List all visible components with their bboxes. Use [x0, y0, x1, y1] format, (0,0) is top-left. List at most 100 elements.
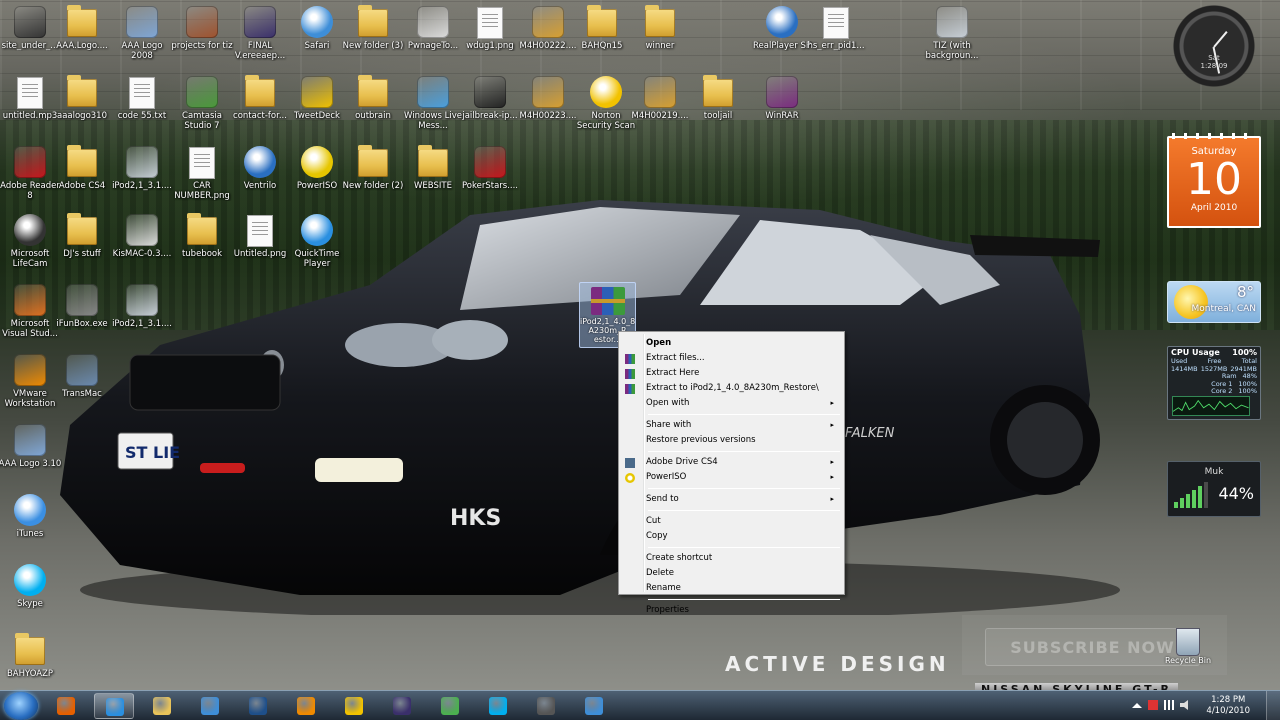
taskbar-app-after-effects[interactable] [382, 693, 422, 719]
desktop-icon[interactable]: PokerStars.... [458, 145, 522, 191]
desktop-icon[interactable]: WinRAR [750, 75, 814, 121]
desktop-icon[interactable]: TransMac [50, 353, 114, 399]
desktop-icon-glyph [415, 145, 451, 179]
desktop-icon[interactable]: Adobe CS4 [50, 145, 114, 191]
desktop-icon[interactable]: KisMAC-0.3.... [110, 213, 174, 259]
desktop-icon[interactable]: M4H00219.... [628, 75, 692, 121]
desktop-icon[interactable]: Untitled.png [228, 213, 292, 259]
desktop-icon[interactable]: jailbreak-ip... [458, 75, 522, 121]
desktop-icon[interactable]: iFunBox.exe [50, 283, 114, 329]
desktop-icon-glyph [242, 145, 278, 179]
desktop-icon-label: iPod2,1_3.1.... [112, 319, 172, 329]
desktop-icon[interactable]: WEBSITE [401, 145, 465, 191]
menu-item-cut[interactable]: Cut [621, 514, 842, 529]
desktop-icon[interactable]: New folder (2) [341, 145, 405, 191]
menu-item-label: Open [646, 338, 672, 348]
desktop-icon[interactable]: Camtasia Studio 7 [170, 75, 234, 131]
desktop-icon[interactable]: winner [628, 5, 692, 51]
desktop-icon[interactable]: FINAL V.ereeaep... [228, 5, 292, 61]
taskbar-app-camtasia[interactable] [526, 693, 566, 719]
menu-item-poweriso[interactable]: PowerISO ▸ [621, 470, 842, 485]
desktop-icon[interactable]: CAR NUMBER.png [170, 145, 234, 201]
menu-item-open[interactable]: Open [621, 336, 842, 351]
desktop-icon[interactable]: iPod2,1_3.1.... [110, 145, 174, 191]
taskbar-app-chrome[interactable] [430, 693, 470, 719]
desktop-icon[interactable]: M4H00223.... [516, 75, 580, 121]
wallpaper-brand-text: ACTIVE DESIGN [725, 652, 950, 676]
menu-item-extract-files[interactable]: Extract files... [621, 351, 842, 366]
desktop-icon[interactable]: New folder (3) [341, 5, 405, 51]
desktop-icon[interactable]: wdug1.png [458, 5, 522, 51]
menu-item-copy[interactable]: Copy [621, 529, 842, 544]
desktop-icon[interactable]: PwnageTo... [401, 5, 465, 51]
menu-item-restore-previous-versions[interactable]: Restore previous versions [621, 433, 842, 448]
menu-item-rename[interactable]: Rename [621, 581, 842, 596]
calendar-gadget[interactable]: Saturday 10 April 2010 [1167, 133, 1261, 228]
application-icon [301, 214, 333, 246]
desktop-icon[interactable]: Skype [0, 563, 62, 609]
desktop-icon[interactable]: PowerISO [285, 145, 349, 191]
volume-icon[interactable] [1180, 700, 1188, 710]
desktop-icon[interactable]: contact-for... [228, 75, 292, 121]
menu-item-extract-to-ipod2-1-4-0-8a230m-restore[interactable]: Extract to iPod2,1_4.0_8A230m_Restore\ [621, 381, 842, 396]
desktop-icon[interactable]: code 55.txt [110, 75, 174, 121]
desktop-icon[interactable]: BAHYOAZP [0, 633, 62, 679]
desktop-icon-label: KisMAC-0.3.... [112, 249, 172, 259]
winrar-icon [625, 354, 635, 364]
taskbar-app-tweetdeck[interactable] [334, 693, 374, 719]
show-desktop-button[interactable] [1266, 691, 1280, 720]
desktop-icon[interactable]: iPod2,1_3.1.... [110, 283, 174, 329]
desktop-icon[interactable]: TweetDeck [285, 75, 349, 121]
desktop-icon[interactable]: tubebook [170, 213, 234, 259]
network-tray-icon[interactable] [1164, 700, 1174, 710]
desktop-icon[interactable]: Safari [285, 5, 349, 51]
menu-item-label: Open with [646, 398, 690, 408]
desktop-icon-glyph [12, 213, 48, 247]
menu-item-properties[interactable]: Properties [621, 603, 842, 618]
desktop-icon[interactable]: projects for tiz [170, 5, 234, 51]
taskbar-app-safari[interactable] [574, 693, 614, 719]
desktop-icon[interactable]: aaalogo310 [50, 75, 114, 121]
menu-item-delete[interactable]: Delete [621, 566, 842, 581]
tray-arrow-icon[interactable] [1132, 703, 1142, 708]
wifi-signal-gadget[interactable]: Muk 44% [1167, 461, 1261, 517]
weather-gadget[interactable]: 8° Montreal, CAN [1167, 281, 1261, 323]
start-button[interactable] [4, 692, 38, 720]
desktop-icon[interactable]: hs_err_pid1... [804, 5, 868, 51]
desktop-icon[interactable]: DJ's stuff [50, 213, 114, 259]
menu-item-label: Extract files... [646, 353, 705, 363]
desktop-icon-label: TweetDeck [294, 111, 340, 121]
poweriso-icon [625, 473, 635, 483]
action-center-flag-icon[interactable] [1148, 700, 1158, 710]
menu-item-share-with[interactable]: Share with ▸ [621, 418, 842, 433]
taskbar-app-internet-explorer[interactable] [94, 693, 134, 719]
application-icon [126, 6, 158, 38]
taskbar-app-windows-media-player-alt[interactable] [190, 693, 230, 719]
clock-readout: Sat 1:28:09 [1199, 54, 1229, 70]
desktop-icon[interactable]: AAA Logo 3.10 [0, 423, 62, 469]
taskbar-app-explorer[interactable] [142, 693, 182, 719]
desktop-icon[interactable]: QuickTime Player [285, 213, 349, 269]
desktop-icon[interactable]: BAHQn15 [570, 5, 634, 51]
desktop-icon[interactable]: AAA Logo 2008 [110, 5, 174, 61]
taskbar-app-media-player[interactable] [286, 693, 326, 719]
cpu-meter-gadget[interactable]: CPU Usage 100% Used Free Total 1414MB 15… [1167, 346, 1261, 420]
menu-item-open-with[interactable]: Open with ▸ [621, 396, 842, 411]
taskbar-app-firefox[interactable] [46, 693, 86, 719]
desktop-icon[interactable]: tooljail [686, 75, 750, 121]
desktop-icon[interactable]: AAA.Logo.... [50, 5, 114, 51]
menu-item-adobe-drive-cs4[interactable]: Adobe Drive CS4 ▸ [621, 455, 842, 470]
desktop-icon[interactable]: Windows Live Mess... [401, 75, 465, 131]
taskbar-app-skype[interactable] [478, 693, 518, 719]
desktop-icon[interactable]: outbrain [341, 75, 405, 121]
menu-item-send-to[interactable]: Send to ▸ [621, 492, 842, 507]
desktop-icon[interactable]: iTunes [0, 493, 62, 539]
taskbar-clock[interactable]: 1:28 PM 4/10/2010 [1206, 695, 1250, 717]
recycle-bin[interactable]: Recycle Bin [1158, 628, 1218, 665]
folder-icon [67, 5, 97, 37]
desktop-icon[interactable]: Ventrilo [228, 145, 292, 191]
taskbar-app-photoshop[interactable] [238, 693, 278, 719]
desktop-icon[interactable]: TIZ (with backgroun... [920, 5, 984, 61]
menu-item-create-shortcut[interactable]: Create shortcut [621, 551, 842, 566]
menu-item-extract-here[interactable]: Extract Here [621, 366, 842, 381]
